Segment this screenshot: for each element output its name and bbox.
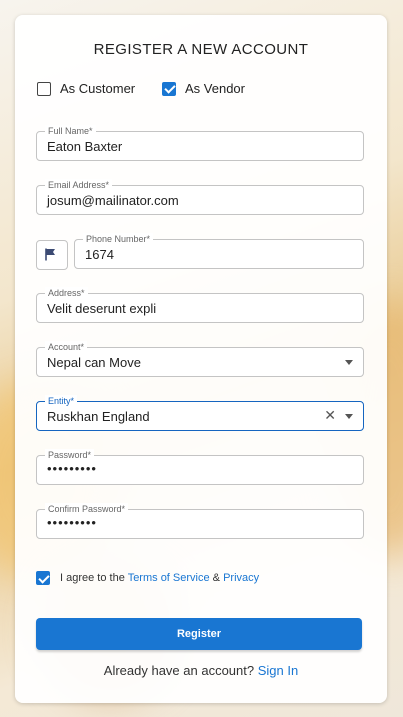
terms-text: I agree to the Terms of Service & Privac… (60, 572, 259, 584)
page-title: REGISTER A NEW ACCOUNT (93, 41, 309, 58)
email-value: josum@mailinator.com (47, 193, 179, 208)
country-code-button[interactable] (36, 240, 68, 270)
address-value: Velit deserunt expli (47, 301, 157, 316)
confirm-password-field[interactable]: Confirm Password* ••••••••• (36, 503, 364, 539)
email-label: Email Address* (45, 179, 113, 191)
privacy-link[interactable]: Privacy (223, 572, 259, 584)
terms-of-service-link[interactable]: Terms of Service (128, 572, 210, 584)
terms-agreement: I agree to the Terms of Service & Privac… (36, 571, 259, 585)
chevron-down-icon[interactable] (345, 360, 353, 365)
password-value: ••••••••• (47, 461, 97, 476)
agree-checkbox[interactable] (36, 571, 50, 585)
account-value: Nepal can Move (47, 355, 141, 370)
register-card: REGISTER A NEW ACCOUNT As Customer As Ve… (15, 15, 387, 703)
confirm-password-label: Confirm Password* (45, 503, 129, 515)
phone-number-label: Phone Number* (83, 233, 154, 245)
email-field[interactable]: Email Address* josum@mailinator.com (36, 179, 364, 215)
as-vendor-label: As Vendor (185, 81, 245, 96)
checkbox-icon (37, 81, 51, 96)
clear-icon[interactable]: ✕ (324, 407, 336, 423)
sign-in-link[interactable]: Sign In (258, 663, 298, 678)
signin-text: Already have an account? (103, 663, 255, 678)
account-select[interactable]: Account* Nepal can Move (36, 341, 364, 377)
as-customer-label: As Customer (60, 81, 136, 96)
signin-prompt: Already have an account? Sign In (15, 663, 387, 678)
checkbox-checked-icon (162, 81, 176, 96)
account-label: Account* (45, 341, 88, 353)
terms-prefix: I agree to the (60, 572, 125, 584)
full-name-value: Eaton Baxter (47, 139, 123, 154)
entity-label: Entity* (45, 395, 78, 407)
as-vendor-checkbox[interactable]: As Vendor (162, 81, 245, 96)
confirm-password-value: ••••••••• (47, 515, 97, 530)
full-name-label: Full Name* (45, 125, 96, 137)
entity-select[interactable]: Entity* Ruskhan England ✕ (36, 395, 364, 431)
terms-ampersand: & (212, 572, 221, 584)
flag-icon (45, 248, 55, 261)
entity-value: Ruskhan England (47, 409, 150, 424)
address-field[interactable]: Address* Velit deserunt expli (36, 287, 364, 323)
phone-number-value: 1674 (85, 247, 114, 262)
phone-number-field[interactable]: Phone Number* 1674 (74, 233, 364, 269)
password-label: Password* (45, 449, 95, 461)
register-button[interactable]: Register (36, 618, 362, 650)
password-field[interactable]: Password* ••••••••• (36, 449, 364, 485)
chevron-down-icon[interactable] (345, 414, 353, 419)
address-label: Address* (45, 287, 88, 299)
full-name-field[interactable]: Full Name* Eaton Baxter (36, 125, 364, 161)
as-customer-checkbox[interactable]: As Customer (37, 81, 135, 96)
role-selector: As Customer As Vendor (37, 81, 367, 101)
